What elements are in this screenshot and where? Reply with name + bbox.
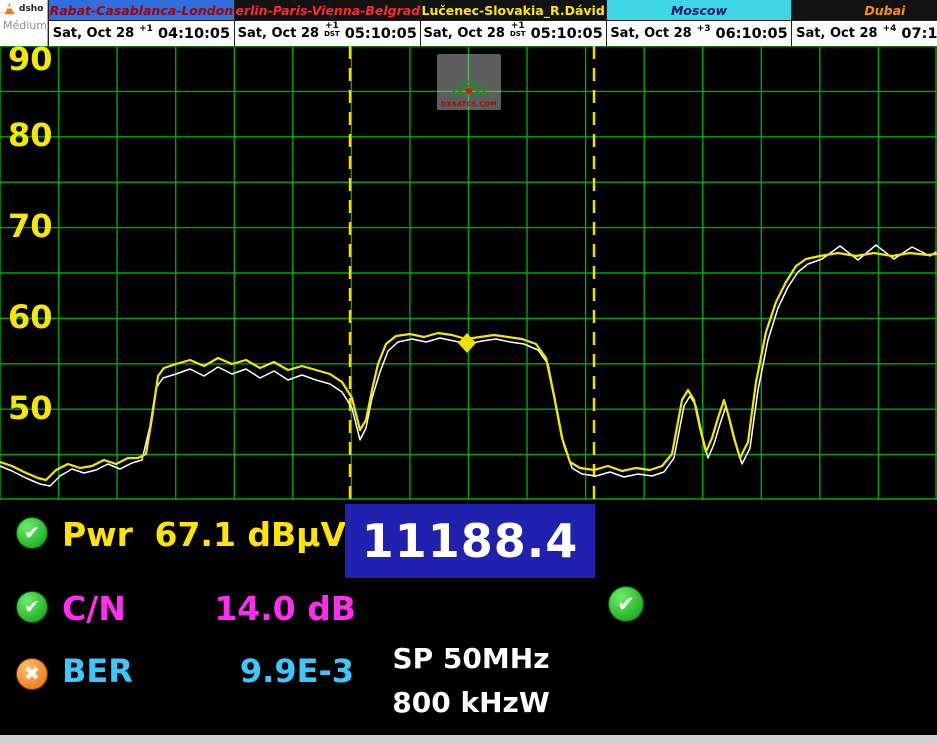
y-axis-label: 70	[8, 207, 53, 245]
vlc-mini-player: dsho Médium	[0, 0, 48, 46]
vlc-subtitle-text: Médium	[3, 19, 47, 32]
clock-utc-offset: +1 DST	[510, 22, 526, 38]
clock-panel: Lučenec-Slovakia_R.Dávid Sat, Oct 28 +1 …	[420, 0, 606, 46]
clock-date: Sat, Oct 28	[53, 26, 134, 41]
clock-utc-offset: +1 DST	[324, 22, 340, 38]
clock-date: Sat, Oct 28	[424, 26, 505, 41]
measurement-panel: ✔ Pwr 67.1 dBµV 11188.4 MHz. ✔ LKM-S2 ✔ …	[0, 500, 937, 735]
clock-datetime: Sat, Oct 28 +1 DST 05:10:05	[421, 21, 606, 46]
clock-date: Sat, Oct 28	[610, 26, 691, 41]
trace-diamond-marker	[458, 333, 476, 353]
lock-status-ok-icon: ✔	[608, 586, 644, 622]
clock-panel: Dubai Sat, Oct 28 +4 07:10:05	[791, 0, 937, 46]
watermark-antenna-icon	[447, 68, 491, 100]
pwr-value: 67.1 dBµV	[140, 515, 346, 554]
clock-panel: Rabat-Casablanca-London Sat, Oct 28 +1 0…	[48, 0, 234, 46]
span-setting-label: SP 50MHz	[368, 642, 574, 675]
clock-date: Sat, Oct 28	[238, 26, 319, 41]
spectrum-grid-svg	[0, 46, 937, 500]
watermark-logo: DXSATCS.COM	[437, 54, 501, 110]
clock-city-label: Berlin-Paris-Vienna-Belgrade	[235, 0, 420, 21]
y-axis-label: 90	[8, 46, 53, 78]
bottom-edge-strip	[0, 735, 937, 743]
cn-label: C/N	[62, 589, 126, 628]
clock-offset-value: +3	[697, 25, 711, 34]
clock-panel: Moscow Sat, Oct 28 +3 06:10:05	[606, 0, 792, 46]
clock-time: 07:10:05	[901, 26, 937, 42]
clock-time: 05:10:05	[345, 26, 417, 42]
clock-utc-offset: +4	[883, 25, 897, 34]
ber-value: 9.9E-3	[150, 652, 354, 690]
center-frequency-display[interactable]: 11188.4	[345, 504, 595, 578]
clock-time: 04:10:05	[158, 26, 230, 42]
clock-offset-value: +1	[139, 25, 153, 34]
pwr-label: Pwr	[62, 515, 133, 554]
watermark-text: DXSATCS.COM	[441, 100, 497, 108]
y-axis-label: 80	[8, 116, 53, 154]
clock-city-label: Lučenec-Slovakia_R.Dávid	[421, 0, 606, 21]
clock-time: 06:10:05	[716, 26, 788, 42]
cn-value: 14.0 dB	[150, 589, 356, 628]
analyzer-screen: dsho Médium Rabat-Casablanca-London Sat,…	[0, 0, 937, 743]
rbw-setting-label: 800 kHzW	[368, 686, 574, 719]
clock-utc-offset: +3	[697, 25, 711, 34]
world-clocks: Rabat-Casablanca-London Sat, Oct 28 +1 0…	[48, 0, 937, 46]
clock-offset-value: +4	[883, 25, 897, 34]
clock-panel: Berlin-Paris-Vienna-Belgrade Sat, Oct 28…	[234, 0, 420, 46]
y-axis-label: 50	[8, 389, 53, 427]
cn-status-ok-icon: ✔	[16, 591, 48, 623]
clock-city-label: Rabat-Casablanca-London	[49, 0, 234, 21]
ber-status-fail-icon: ✖	[16, 658, 48, 690]
ber-label: BER	[62, 652, 133, 690]
clock-time: 05:10:05	[531, 26, 603, 42]
world-clock-bar: dsho Médium Rabat-Casablanca-London Sat,…	[0, 0, 937, 46]
clock-datetime: Sat, Oct 28 +1 04:10:05	[49, 21, 234, 46]
clock-datetime: Sat, Oct 28 +3 06:10:05	[607, 21, 792, 46]
spectrum-area: DXSATCS.COM 90 80 70 60 50	[0, 46, 937, 500]
center-frequency-value: 11188.4	[362, 514, 579, 568]
clock-dst-flag: DST	[324, 31, 340, 38]
clock-datetime: Sat, Oct 28 +1 DST 05:10:05	[235, 21, 420, 46]
vlc-cone-icon	[3, 2, 16, 15]
clock-city-label: Moscow	[607, 0, 792, 21]
y-axis-label: 60	[8, 298, 53, 336]
clock-date: Sat, Oct 28	[796, 26, 877, 41]
pwr-status-ok-icon: ✔	[16, 517, 48, 549]
clock-datetime: Sat, Oct 28 +4 07:10:05	[792, 21, 937, 46]
clock-city-label: Dubai	[792, 0, 937, 21]
clock-dst-flag: DST	[510, 31, 526, 38]
vlc-title-text: dsho	[19, 4, 43, 14]
clock-utc-offset: +1	[139, 25, 153, 34]
